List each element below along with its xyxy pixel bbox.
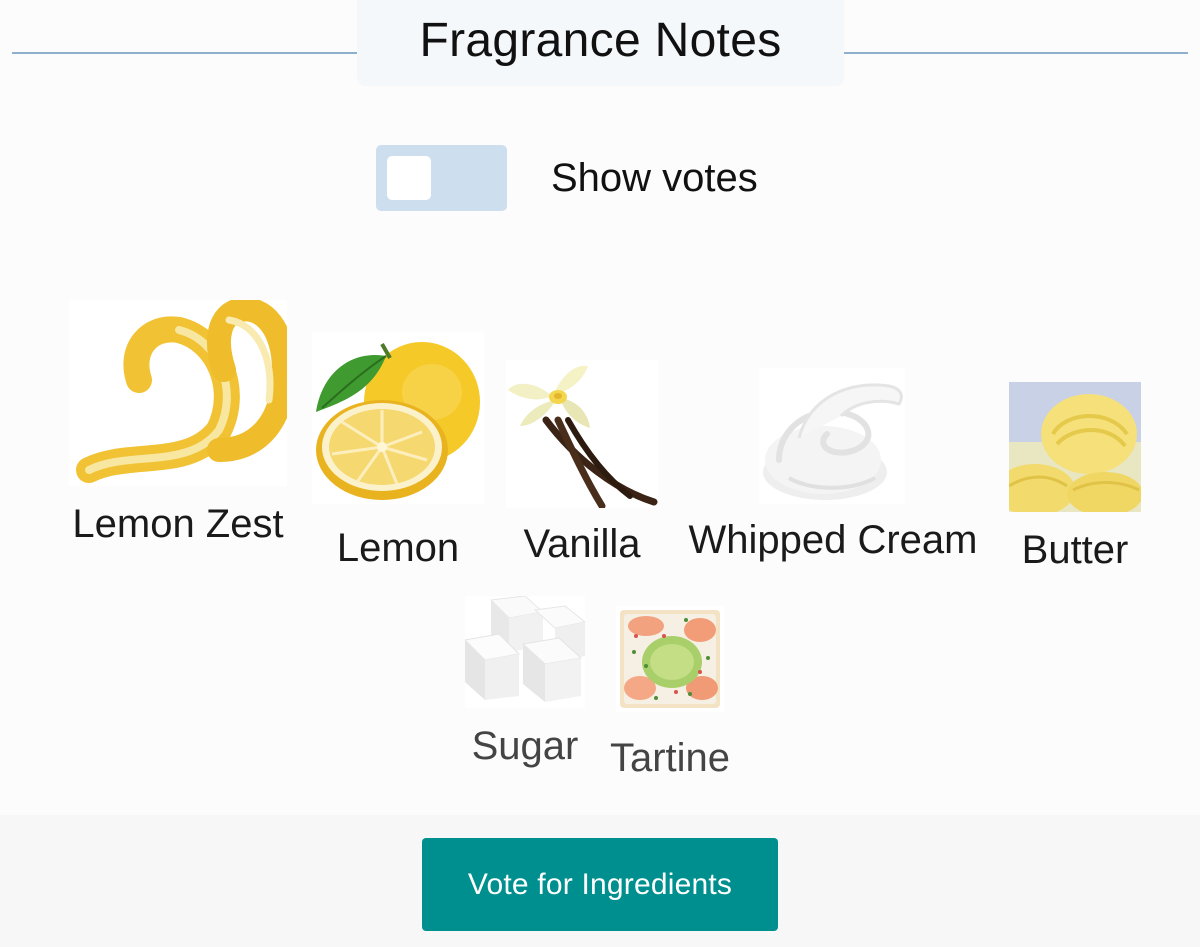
toggle-knob [387,156,431,200]
header-divider-left [12,52,357,54]
lemon-zest-icon [69,300,287,486]
note-vanilla[interactable]: Vanilla [505,360,659,564]
whipped-cream-icon [759,368,905,504]
show-votes-control: Show votes [376,145,758,211]
notes-grid: Lemon Zest Lemon Vanilla Whipped Cream B… [0,260,1200,800]
note-tartine[interactable]: Tartine [604,606,736,778]
lemon-icon [312,332,484,504]
note-lemon[interactable]: Lemon [312,328,484,570]
note-label: Tartine [609,736,731,780]
vote-for-ingredients-button[interactable]: Vote for Ingredients [422,838,778,931]
show-votes-label[interactable]: Show votes [551,156,758,201]
note-sugar[interactable]: Sugar [465,596,585,768]
section-header: Fragrance Notes [357,0,844,86]
show-votes-toggle[interactable] [376,145,507,211]
vanilla-icon [506,360,658,508]
note-label: Lemon Zest [72,502,284,546]
note-label: Sugar [471,724,579,768]
header-divider-right [844,52,1188,54]
note-label: Whipped Cream [688,518,978,562]
tartine-icon [616,606,724,712]
note-label: Butter [1021,528,1129,572]
note-butter[interactable]: Butter [1008,382,1142,570]
butter-icon [1009,382,1141,512]
sugar-icon [465,596,585,708]
note-whipped-cream[interactable]: Whipped Cream [672,368,994,560]
section-title: Fragrance Notes [419,13,782,67]
note-label: Vanilla [523,522,641,566]
note-label: Lemon [336,526,460,570]
note-lemon-zest[interactable]: Lemon Zest [60,300,296,544]
fragrance-notes-panel: Fragrance Notes Show votes Lemon Zest Le… [0,0,1200,947]
